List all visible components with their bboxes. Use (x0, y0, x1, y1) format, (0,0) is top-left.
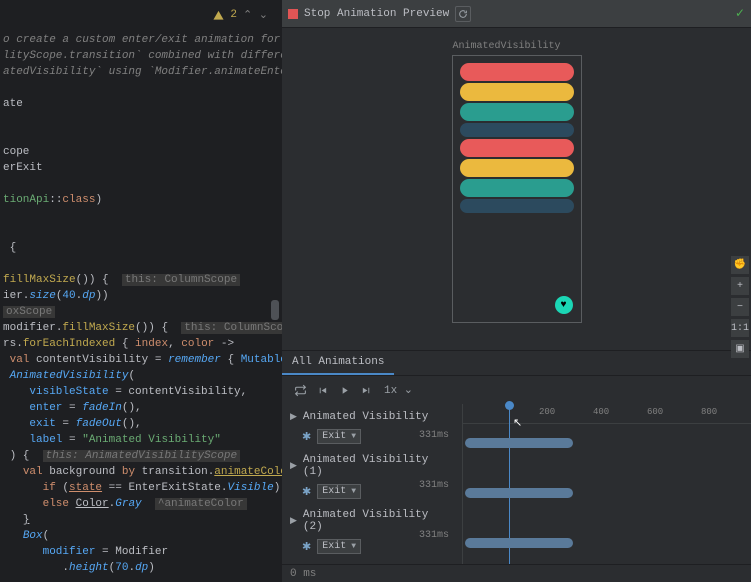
editor-inspections: 2 ⌃ ⌄ (0, 0, 282, 30)
preview-bar (460, 123, 574, 137)
preview-area[interactable]: AnimatedVisibility ♥ ✊ + − 1:1 ▣ (282, 28, 751, 350)
duration-label: 331ms (419, 480, 745, 491)
warning-count: 2 (230, 9, 237, 21)
fab-button[interactable]: ♥ (555, 296, 573, 314)
play-button[interactable] (334, 380, 354, 400)
freeze-icon[interactable]: ✱ (302, 430, 311, 444)
state-dropdown[interactable]: Exit ▼ (317, 539, 361, 554)
refresh-icon[interactable] (455, 6, 471, 22)
time-display: 0 ms (290, 568, 316, 580)
preview-tools: ✊ + − 1:1 ▣ (731, 256, 749, 358)
duration-label: 331ms (419, 430, 745, 441)
preview-bar (460, 83, 574, 101)
speed-selector[interactable]: 1x ⌄ (384, 383, 413, 397)
animation-panel: All Animations 1x ⌄ ▶ Animated Visibility… (282, 350, 751, 582)
chevron-icon: ⌃ ⌄ (243, 8, 268, 22)
skip-end-button[interactable] (356, 380, 376, 400)
preview-content (453, 59, 581, 217)
scrollbar-thumb[interactable] (271, 300, 279, 320)
expand-icon[interactable]: ▶ (290, 516, 297, 526)
freeze-icon[interactable]: ✱ (302, 485, 311, 499)
skip-start-button[interactable] (312, 380, 332, 400)
playback-controls: 1x ⌄ (282, 376, 751, 404)
duration-label: 331ms (419, 530, 745, 541)
animation-row: ▶ Animated Visibility (1) ✱ Exit ▼ (282, 449, 462, 504)
zoom-out-button[interactable]: − (731, 298, 749, 316)
expand-icon[interactable]: ▶ (290, 412, 297, 422)
loop-button[interactable] (290, 380, 310, 400)
preview-toolbar: Stop Animation Preview ✓ (282, 0, 751, 28)
ruler-tick: 400 (593, 407, 609, 417)
right-panel: Stop Animation Preview ✓ AnimatedVisibil… (282, 0, 751, 582)
tab-all-animations[interactable]: All Animations (282, 351, 394, 375)
animation-tabs: All Animations (282, 351, 751, 376)
timeline-tracks[interactable]: 2004006008001000 ↖ 331ms331ms331ms (462, 404, 751, 564)
preview-bar (460, 103, 574, 121)
cursor-icon: ↖ (513, 416, 522, 430)
preview-bar (460, 63, 574, 81)
code-editor[interactable]: 2 ⌃ ⌄ o create a custom enter/exit anima… (0, 0, 282, 582)
state-dropdown[interactable]: Exit ▼ (317, 429, 361, 444)
state-dropdown[interactable]: Exit ▼ (317, 484, 361, 499)
animation-name: Animated Visibility (1) (303, 454, 454, 478)
expand-icon[interactable]: ▶ (290, 461, 297, 471)
device-frame: AnimatedVisibility ♥ (452, 55, 582, 323)
pan-tool[interactable]: ✊ (731, 256, 749, 274)
timeline-footer: 0 ms (282, 564, 751, 582)
preview-label: AnimatedVisibility (453, 41, 561, 52)
preview-bar (460, 139, 574, 157)
zoom-in-button[interactable]: + (731, 277, 749, 295)
preview-bar (460, 179, 574, 197)
animation-name: Animated Visibility (303, 411, 454, 423)
editor-content[interactable]: o create a custom enter/exit animation f… (0, 30, 282, 576)
toolbar-title[interactable]: Stop Animation Preview (304, 8, 449, 20)
ruler-tick: 800 (701, 407, 717, 417)
check-icon: ✓ (735, 6, 745, 21)
timeline: ▶ Animated Visibility ✱ Exit ▼ ▶ Animated Vis… (282, 404, 751, 564)
ruler-tick: 200 (539, 407, 555, 417)
ruler-tick: 600 (647, 407, 663, 417)
stop-icon[interactable] (288, 9, 298, 19)
freeze-icon[interactable]: ✱ (302, 540, 311, 554)
zoom-fit-button[interactable]: ▣ (731, 340, 749, 358)
animation-row: ▶ Animated Visibility ✱ Exit ▼ (282, 406, 462, 449)
preview-bar (460, 159, 574, 177)
preview-bar (460, 199, 574, 213)
zoom-reset-button[interactable]: 1:1 (731, 319, 749, 337)
warning-icon (213, 10, 224, 21)
